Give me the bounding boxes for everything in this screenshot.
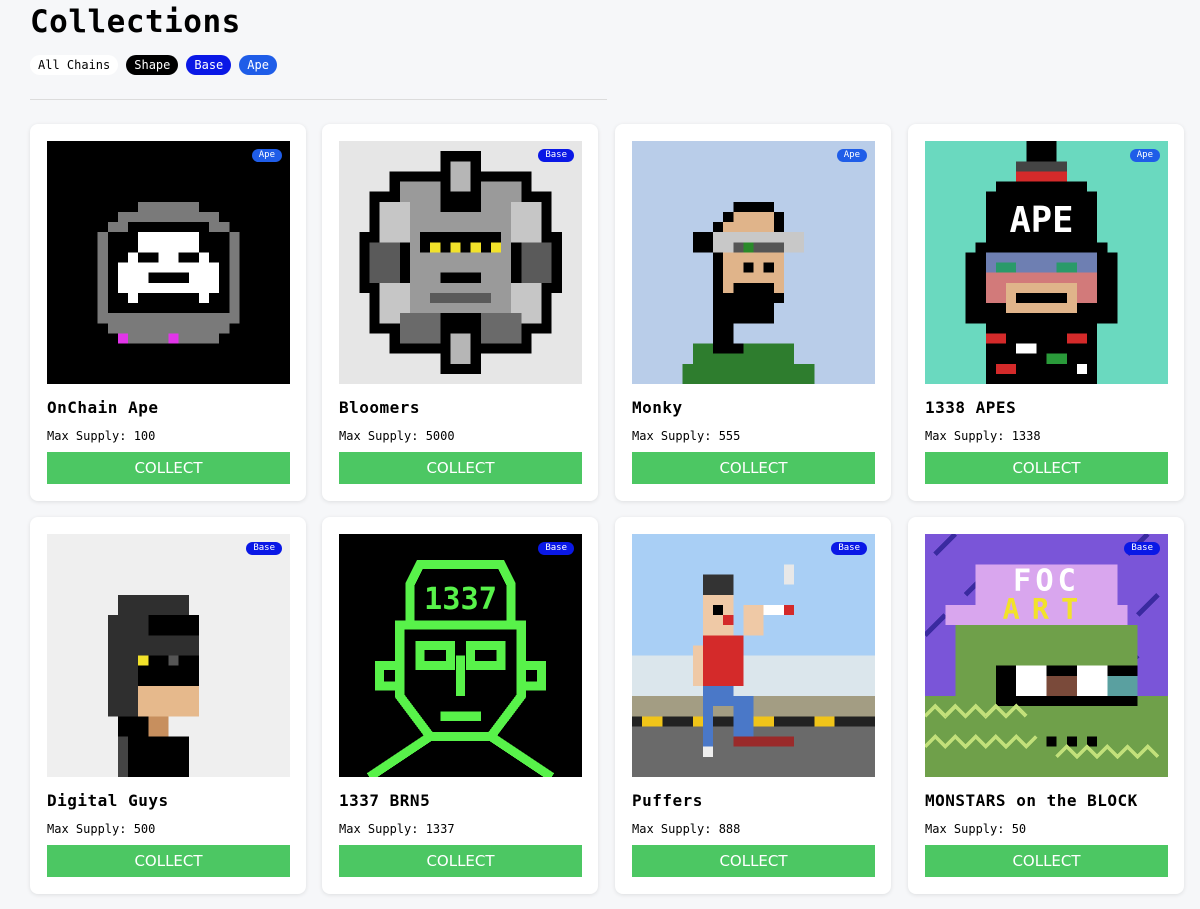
max-supply: Max Supply: 5000 [339, 429, 455, 443]
collection-name: Digital Guys [47, 791, 169, 810]
puffers-artwork [632, 534, 875, 777]
filter-ape[interactable]: Ape [239, 55, 277, 75]
collection-card-1338-apes[interactable]: APE Ape 1338 APES Max Supply: 1338 COLLE… [908, 124, 1184, 501]
collection-name: MONSTARS on the BLOCK [925, 791, 1138, 810]
collect-button[interactable]: COLLECT [339, 845, 582, 877]
1338-apes-artwork: APE [925, 141, 1168, 384]
max-supply: Max Supply: 1337 [339, 822, 455, 836]
collect-button[interactable]: COLLECT [925, 845, 1168, 877]
chain-badge: Ape [836, 149, 867, 162]
max-supply: Max Supply: 500 [47, 822, 156, 836]
collection-name: 1338 APES [925, 398, 1017, 417]
collection-image[interactable]: Ape [632, 141, 875, 384]
collection-card-1337-brn5[interactable]: 1337 Base 1337 BRN5 Max Supply: 1337 COL… [322, 517, 598, 894]
max-supply: Max Supply: 100 [47, 429, 156, 443]
collection-card-puffers[interactable]: Base Puffers Max Supply: 888 COLLECT [615, 517, 891, 894]
collection-card-bloomers[interactable]: Base Bloomers Max Supply: 5000 COLLECT [322, 124, 598, 501]
filter-base[interactable]: Base [186, 55, 232, 75]
chain-badge: Ape [251, 149, 282, 162]
collection-image[interactable]: 1337 Base [339, 534, 582, 777]
collection-name: Monky [632, 398, 683, 417]
collection-card-onchain-ape[interactable]: Ape OnChain Ape Max Supply: 100 COLLECT [30, 124, 306, 501]
max-supply: Max Supply: 888 [632, 822, 741, 836]
max-supply: Max Supply: 50 [925, 822, 1027, 836]
chain-badge: Ape [1129, 149, 1160, 162]
collection-name: 1337 BRN5 [339, 791, 431, 810]
collection-image[interactable]: Base [47, 534, 290, 777]
digital-guys-artwork [47, 534, 290, 777]
collection-name: Bloomers [339, 398, 421, 417]
collection-image[interactable]: Base [632, 534, 875, 777]
chain-filters: All Chains Shape Base Ape [30, 55, 277, 75]
cap-text-2: ART [1003, 593, 1091, 626]
collection-image[interactable]: Base [339, 141, 582, 384]
chain-badge: Base [1124, 542, 1160, 555]
divider [30, 99, 607, 100]
helmet-text: 1337 [424, 582, 497, 617]
collection-name: OnChain Ape [47, 398, 159, 417]
chain-badge: Base [246, 542, 282, 555]
filter-all-chains[interactable]: All Chains [30, 55, 119, 75]
max-supply: Max Supply: 555 [632, 429, 741, 443]
collect-button[interactable]: COLLECT [339, 452, 582, 484]
max-supply: Max Supply: 1338 [925, 429, 1041, 443]
collect-button[interactable]: COLLECT [47, 452, 290, 484]
collection-card-monstars[interactable]: FOC ART Base MONSTARS on the BLOCK Max S… [908, 517, 1184, 894]
collect-button[interactable]: COLLECT [925, 452, 1168, 484]
filter-shape[interactable]: Shape [126, 55, 179, 75]
collect-button[interactable]: COLLECT [632, 452, 875, 484]
collect-button[interactable]: COLLECT [47, 845, 290, 877]
bloomers-artwork [339, 141, 582, 384]
chain-badge: Base [538, 149, 574, 162]
collection-image[interactable]: APE Ape [925, 141, 1168, 384]
chain-badge: Base [538, 542, 574, 555]
hat-text: APE [1009, 200, 1073, 241]
chain-badge: Base [831, 542, 867, 555]
monstars-artwork: FOC ART [925, 534, 1168, 777]
collection-card-digital-guys[interactable]: Base Digital Guys Max Supply: 500 COLLEC… [30, 517, 306, 894]
collection-image[interactable]: Ape [47, 141, 290, 384]
collection-image[interactable]: FOC ART Base [925, 534, 1168, 777]
collection-card-monky[interactable]: Ape Monky Max Supply: 555 COLLECT [615, 124, 891, 501]
monky-artwork [632, 141, 875, 384]
1337-brn5-artwork: 1337 [339, 534, 582, 777]
page-title: Collections [30, 4, 241, 40]
onchain-ape-artwork [47, 141, 290, 384]
collect-button[interactable]: COLLECT [632, 845, 875, 877]
collection-name: Puffers [632, 791, 703, 810]
